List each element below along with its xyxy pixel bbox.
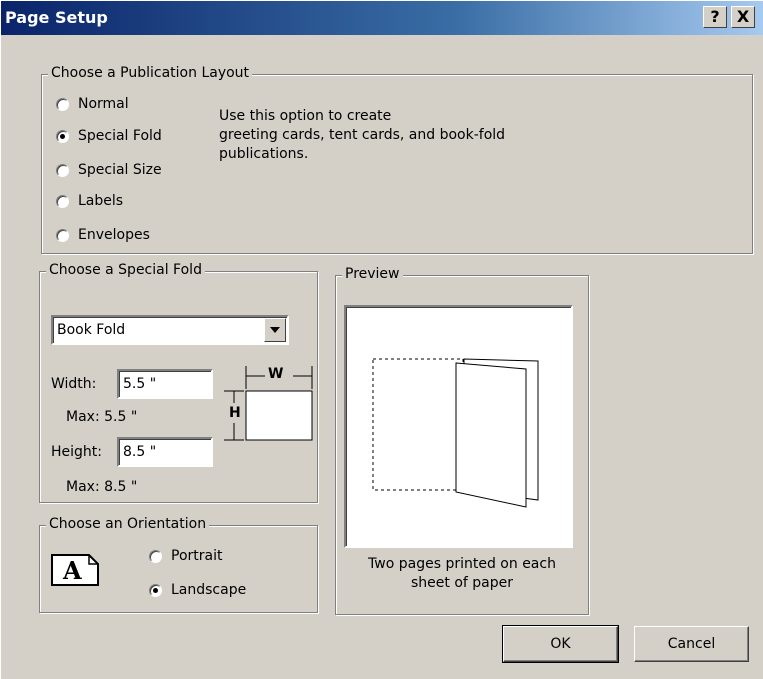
orientation-icon-letter: A: [63, 556, 82, 585]
width-max: Max: 5.5 ": [66, 409, 138, 425]
orientation-option-label: Portrait: [171, 548, 223, 564]
help-button[interactable]: ?: [703, 6, 727, 28]
close-button[interactable]: X: [731, 6, 755, 28]
orientation-legend: Choose an Orientation: [46, 516, 210, 532]
layout-option-label: Envelopes: [78, 227, 150, 243]
width-input[interactable]: 5.5 ": [117, 369, 213, 399]
dimension-h-label: H: [229, 405, 241, 421]
layout-option-envelopes[interactable]: Envelopes: [56, 227, 150, 243]
orientation-option-label: Landscape: [171, 582, 247, 598]
special-fold-legend: Choose a Special Fold: [46, 262, 205, 278]
layout-option-special-fold[interactable]: Special Fold: [56, 128, 162, 144]
orientation-icon: A: [51, 554, 99, 586]
radio-button-checked[interactable]: [56, 129, 69, 143]
page-setup-dialog: Page Setup ? X Choose a Publication Layo…: [0, 0, 763, 679]
fold-type-dropdown[interactable]: Book Fold: [51, 315, 289, 345]
height-input[interactable]: 8.5 ": [117, 437, 213, 467]
layout-option-special-size[interactable]: Special Size: [56, 162, 162, 178]
radio-button[interactable]: [56, 97, 69, 111]
dropdown-arrow-button[interactable]: [264, 318, 286, 342]
radio-button[interactable]: [149, 549, 162, 563]
chevron-down-icon: [270, 327, 280, 333]
layout-option-label: Special Size: [78, 162, 162, 178]
ok-button[interactable]: OK: [502, 625, 619, 663]
height-label: Height:: [51, 444, 102, 460]
layout-option-label: Labels: [78, 193, 124, 209]
orientation-portrait[interactable]: Portrait: [149, 548, 222, 564]
publication-layout-legend: Choose a Publication Layout: [48, 65, 253, 81]
description-line: Use this option to create: [219, 108, 392, 124]
layout-option-label: Special Fold: [78, 128, 162, 144]
preview-pane: [344, 305, 573, 548]
dimension-w-label: W: [268, 366, 284, 382]
dialog-title: Page Setup: [5, 8, 108, 27]
book-fold-preview-icon: [372, 358, 539, 508]
description-line: publications.: [219, 146, 309, 162]
layout-option-label: Normal: [78, 96, 129, 112]
radio-button-checked[interactable]: [149, 583, 162, 597]
radio-button[interactable]: [56, 163, 69, 177]
description-line: greeting cards, tent cards, and book-fol…: [219, 127, 506, 143]
cancel-button[interactable]: Cancel: [634, 626, 749, 662]
width-label: Width:: [51, 376, 97, 392]
preview-caption: Two pages printed on each sheet of paper: [337, 555, 587, 593]
height-value: 8.5 ": [123, 444, 157, 460]
height-max: Max: 8.5 ": [66, 479, 138, 495]
dimension-diagram: W H: [219, 361, 319, 446]
fold-type-value: Book Fold: [57, 322, 126, 338]
preview-caption-line: sheet of paper: [411, 575, 513, 591]
orientation-landscape[interactable]: Landscape: [149, 582, 246, 598]
radio-button[interactable]: [56, 228, 69, 242]
layout-description: Use this option to create greeting cards…: [219, 107, 505, 164]
layout-option-labels[interactable]: Labels: [56, 193, 123, 209]
width-value: 5.5 ": [123, 376, 157, 392]
preview-caption-line: Two pages printed on each: [368, 556, 556, 572]
preview-legend: Preview: [342, 266, 403, 282]
title-bar[interactable]: Page Setup ? X: [1, 1, 763, 35]
layout-option-normal[interactable]: Normal: [56, 96, 129, 112]
radio-button[interactable]: [56, 194, 69, 208]
